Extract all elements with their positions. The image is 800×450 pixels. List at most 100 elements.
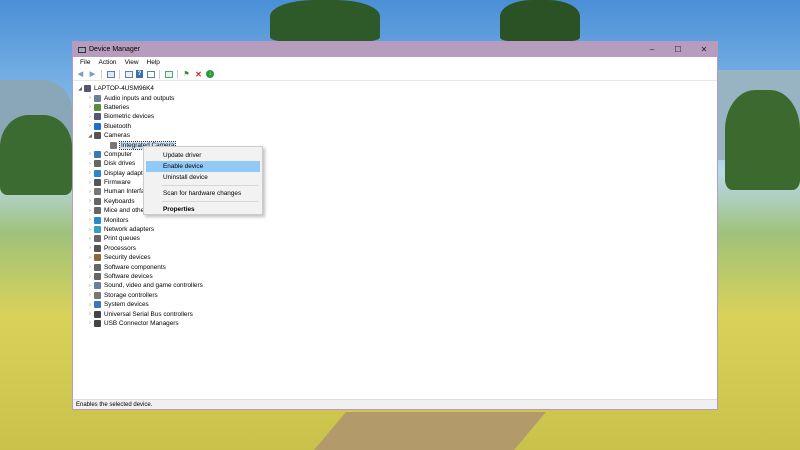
tree-category[interactable]: › Security devices <box>76 253 203 262</box>
expand-arrow-icon[interactable]: › <box>86 104 94 110</box>
menu-bar: File Action View Help <box>73 57 717 68</box>
tree-category[interactable]: › Software devices <box>76 272 203 281</box>
tree-category[interactable]: › Network adapters <box>76 225 203 234</box>
menu-help[interactable]: Help <box>143 59 164 66</box>
context-uninstall-device[interactable]: Uninstall device <box>146 172 260 183</box>
tree-item-label: Storage controllers <box>104 291 158 299</box>
tree-category[interactable]: › Software components <box>76 262 203 271</box>
tree-category[interactable]: ◢ Cameras <box>76 131 203 140</box>
tree-item-label: Network adapters <box>104 226 155 234</box>
properties-icon[interactable] <box>124 70 133 78</box>
tree-category[interactable]: › System devices <box>76 300 203 309</box>
speaker-icon <box>94 94 101 102</box>
menu-action[interactable]: Action <box>94 59 120 66</box>
expand-arrow-icon[interactable]: › <box>86 302 94 308</box>
tree-category[interactable]: › Universal Serial Bus controllers <box>76 309 203 318</box>
expand-arrow-icon[interactable]: › <box>86 236 94 242</box>
help-icon[interactable]: ? <box>136 70 143 78</box>
expand-arrow-icon[interactable]: › <box>86 95 94 101</box>
network-icon <box>94 226 101 234</box>
minimize-button[interactable]: – <box>639 42 665 57</box>
scan-hardware-icon[interactable] <box>164 70 173 78</box>
computer-icon <box>94 150 101 158</box>
expand-arrow-icon[interactable]: › <box>86 123 94 129</box>
context-enable-device[interactable]: Enable device <box>146 161 260 172</box>
tree-category[interactable]: › Biometric devices <box>76 112 203 121</box>
expand-arrow-icon[interactable]: › <box>86 311 94 317</box>
menu-file[interactable]: File <box>76 59 94 66</box>
background-tree <box>725 90 800 190</box>
chip-icon <box>94 179 101 187</box>
tree-category[interactable]: › Bluetooth <box>76 122 203 131</box>
expand-arrow-icon[interactable]: › <box>86 264 94 270</box>
window-title: Device Manager <box>89 46 140 53</box>
title-bar[interactable]: Device Manager – ☐ ✕ <box>73 42 717 57</box>
expand-arrow-icon[interactable]: › <box>86 217 94 223</box>
tree-item-label: System devices <box>104 301 149 309</box>
tree-category[interactable]: › Storage controllers <box>76 291 203 300</box>
collapse-arrow-icon[interactable]: ◢ <box>86 133 94 139</box>
back-arrow-icon[interactable]: ◀ <box>76 70 85 79</box>
expand-arrow-icon[interactable]: › <box>86 180 94 186</box>
context-scan-hardware[interactable]: Scan for hardware changes <box>146 188 260 199</box>
expand-arrow-icon[interactable]: › <box>86 151 94 157</box>
tree-item-label: Security devices <box>104 254 151 262</box>
expand-arrow-icon[interactable]: › <box>86 208 94 214</box>
tree-item-label: Bluetooth <box>104 122 132 130</box>
webcam-icon <box>110 141 117 149</box>
tree-item-label: Software components <box>104 263 166 271</box>
expand-arrow-icon[interactable]: › <box>86 114 94 120</box>
tree-category[interactable]: › Monitors <box>76 215 203 224</box>
expand-arrow-icon[interactable]: › <box>86 245 94 251</box>
tree-category[interactable]: › Sound, video and game controllers <box>76 281 203 290</box>
tree-category[interactable]: › Batteries <box>76 103 203 112</box>
toolbar-separator <box>119 69 120 79</box>
expand-arrow-icon[interactable]: › <box>86 189 94 195</box>
expand-arrow-icon[interactable]: › <box>86 283 94 289</box>
update-driver-icon[interactable]: ⚑ <box>182 70 191 79</box>
usb-connector-icon <box>94 319 101 327</box>
tree-item-label: Software devices <box>104 273 153 280</box>
expand-arrow-icon[interactable]: › <box>86 198 94 204</box>
camera-icon <box>94 132 101 140</box>
expand-arrow-icon[interactable]: › <box>86 161 94 167</box>
toolbar-separator <box>101 69 102 79</box>
uninstall-icon[interactable]: ✕ <box>194 70 203 79</box>
hid-icon <box>94 188 101 196</box>
context-update-driver[interactable]: Update driver <box>146 150 260 161</box>
tree-category[interactable]: › Audio inputs and outputs <box>76 93 203 102</box>
expand-arrow-icon[interactable]: › <box>86 320 94 326</box>
tree-category[interactable]: › Processors <box>76 244 203 253</box>
expand-arrow-icon[interactable]: › <box>86 255 94 261</box>
background-path <box>314 412 546 450</box>
tree-category[interactable]: › USB Connector Managers <box>76 319 203 328</box>
show-hide-console-tree-icon[interactable] <box>106 70 115 78</box>
expand-arrow-icon[interactable]: › <box>86 274 94 280</box>
menu-view[interactable]: View <box>121 59 143 66</box>
maximize-button[interactable]: ☐ <box>665 42 691 57</box>
fingerprint-icon <box>94 113 101 121</box>
tree-item-label: USB Connector Managers <box>104 319 179 327</box>
tree-item-label: Mice and othe <box>104 207 145 215</box>
cpu-icon <box>94 244 101 252</box>
expand-arrow-icon[interactable]: › <box>86 292 94 298</box>
expand-arrow-icon[interactable]: › <box>86 227 94 233</box>
context-menu: Update driver Enable device Uninstall de… <box>143 146 263 215</box>
tree-root[interactable]: ◢ LAPTOP-4USM96K4 <box>76 84 203 93</box>
close-button[interactable]: ✕ <box>691 42 717 57</box>
background-tree <box>0 115 72 195</box>
context-properties[interactable]: Properties <box>146 204 260 215</box>
tree-root-label: LAPTOP-4USM96K4 <box>94 85 154 93</box>
view-icon[interactable] <box>146 70 155 78</box>
collapse-arrow-icon[interactable]: ◢ <box>76 86 84 92</box>
forward-arrow-icon[interactable]: ▶ <box>88 70 97 79</box>
tree-item-label: Universal Serial Bus controllers <box>104 310 193 318</box>
device-manager-window: Device Manager – ☐ ✕ File Action View He… <box>72 41 718 410</box>
tree-category[interactable]: › Print queues <box>76 234 203 243</box>
context-separator <box>162 185 258 186</box>
keyboard-icon <box>94 197 101 205</box>
context-separator <box>162 201 258 202</box>
expand-arrow-icon[interactable]: › <box>86 170 94 176</box>
enable-device-icon[interactable]: ↓ <box>206 70 214 78</box>
tree-item-label: Human Interfa <box>104 188 145 196</box>
